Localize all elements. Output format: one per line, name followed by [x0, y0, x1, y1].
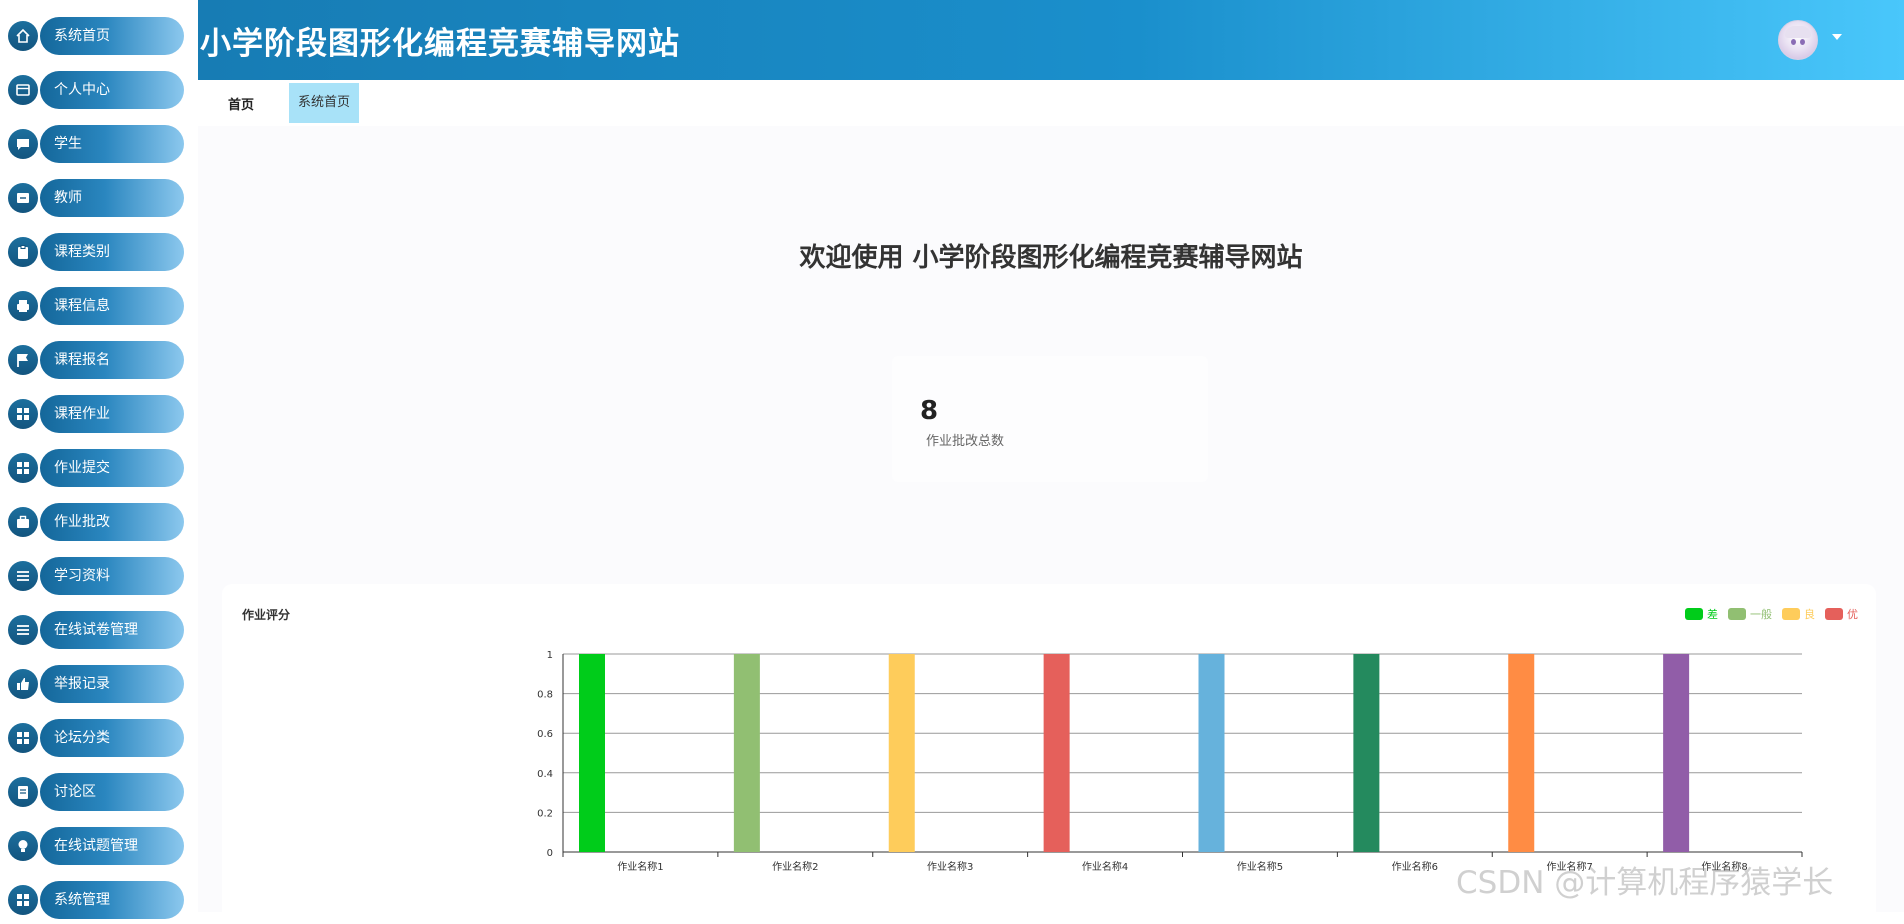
clipboard-icon: [8, 237, 38, 267]
bar: [1198, 654, 1225, 852]
sidebar-item[interactable]: 课程作业: [6, 395, 184, 433]
sidebar-item[interactable]: 课程信息: [6, 287, 184, 325]
sidebar-item[interactable]: 举报记录: [6, 665, 184, 703]
briefcase-icon: [8, 507, 38, 537]
grid-icon: [8, 453, 38, 483]
sidebar-item-label: 课程报名: [54, 352, 110, 368]
y-tick-label: 0.4: [537, 769, 553, 780]
bar: [1353, 654, 1380, 852]
header: 小学阶段图形化编程竞赛辅导网站: [198, 0, 1904, 80]
sidebar-item-label: 教师: [54, 190, 82, 206]
sidebar-item[interactable]: 系统首页: [6, 17, 184, 55]
grid-icon: [8, 399, 38, 429]
list-icon: [8, 561, 38, 591]
welcome-title: 欢迎使用 小学阶段图形化编程竞赛辅导网站: [799, 243, 1303, 273]
sidebar-item-label: 作业批改: [54, 514, 110, 530]
tabs-bar: 首页 系统首页: [198, 80, 1904, 126]
document-icon: [8, 777, 38, 807]
sidebar-item-label: 学生: [54, 136, 82, 152]
avatar[interactable]: [1778, 20, 1818, 60]
y-tick-label: 0: [547, 848, 553, 859]
chat-icon: [8, 129, 38, 159]
sidebar-item[interactable]: 学习资料: [6, 557, 184, 595]
sidebar-item[interactable]: 系统管理: [6, 881, 184, 919]
bar: [888, 654, 915, 852]
stat-value: 8: [920, 396, 939, 426]
avatar-eye: [1791, 39, 1796, 45]
list-icon: [8, 615, 38, 645]
stat-card: 8 作业批改总数: [892, 356, 1208, 482]
chevron-down-icon[interactable]: [1832, 34, 1842, 40]
watermark: CSDN @计算机程序猿学长: [1456, 865, 1834, 901]
sidebar-item-label: 课程信息: [54, 298, 110, 314]
window-icon: [8, 75, 38, 105]
box-icon: [8, 183, 38, 213]
tab-system-home[interactable]: 系统首页: [289, 83, 359, 123]
main-content: 欢迎使用 小学阶段图形化编程竞赛辅导网站 8 作业批改总数 作业评分 差一般良优…: [198, 126, 1904, 924]
sidebar-item[interactable]: 课程报名: [6, 341, 184, 379]
sidebar-item-label: 讨论区: [54, 784, 96, 800]
sidebar-item[interactable]: 作业批改: [6, 503, 184, 541]
sidebar-item[interactable]: 教师: [6, 179, 184, 217]
bar: [1663, 654, 1690, 852]
avatar-hair: [1785, 26, 1811, 38]
bar: [733, 654, 760, 852]
bar: [579, 654, 605, 852]
x-tick-label: 作业名称5: [1237, 860, 1283, 873]
bar: [1508, 654, 1535, 852]
x-tick-label: 作业名称1: [617, 860, 663, 873]
x-tick-label: 作业名称4: [1082, 860, 1128, 873]
home-icon: [8, 21, 38, 51]
sidebar-item-label: 作业提交: [54, 460, 110, 476]
bulb-icon: [8, 831, 38, 861]
sidebar-item[interactable]: 个人中心: [6, 71, 184, 109]
sidebar-item[interactable]: 作业提交: [6, 449, 184, 487]
x-tick-label: 作业名称3: [927, 860, 973, 873]
grid-icon: [8, 885, 38, 915]
x-tick-label: 作业名称2: [772, 860, 818, 873]
grid-icon: [8, 723, 38, 753]
sidebar-item[interactable]: 课程类别: [6, 233, 184, 271]
y-tick-label: 1: [547, 650, 553, 661]
sidebar-item[interactable]: 学生: [6, 125, 184, 163]
sidebar-item[interactable]: 论坛分类: [6, 719, 184, 757]
sidebar-item[interactable]: 在线试题管理: [6, 827, 184, 865]
y-tick-label: 0.8: [537, 690, 553, 701]
stat-label: 作业批改总数: [926, 434, 1005, 449]
sidebar-item[interactable]: 在线试卷管理: [6, 611, 184, 649]
sidebar-item-label: 学习资料: [54, 568, 110, 584]
y-tick-label: 0.2: [537, 808, 553, 819]
bar: [1043, 654, 1070, 852]
sidebar-item[interactable]: 讨论区: [6, 773, 184, 811]
sidebar-item-label: 个人中心: [54, 82, 110, 98]
sidebar-item-label: 在线试题管理: [54, 838, 138, 854]
tab-home[interactable]: 首页: [228, 94, 254, 113]
sidebar-item-label: 系统首页: [54, 28, 110, 44]
y-tick-label: 0.6: [537, 729, 553, 740]
printer-icon: [8, 291, 38, 321]
sidebar-item-label: 论坛分类: [54, 730, 110, 746]
site-title: 小学阶段图形化编程竞赛辅导网站: [200, 26, 680, 62]
sidebar-item-label: 系统管理: [54, 892, 110, 908]
avatar-eye: [1800, 39, 1805, 45]
x-tick-label: 作业名称6: [1392, 860, 1438, 873]
sidebar-item-label: 课程类别: [54, 244, 110, 260]
sidebar: 系统首页个人中心学生教师课程类别课程信息课程报名课程作业作业提交作业批改学习资料…: [0, 0, 198, 919]
sidebar-item-label: 举报记录: [54, 676, 110, 692]
flag-icon: [8, 345, 38, 375]
sidebar-item-label: 课程作业: [54, 406, 110, 422]
thumb-icon: [8, 669, 38, 699]
sidebar-item-label: 在线试卷管理: [54, 622, 138, 638]
